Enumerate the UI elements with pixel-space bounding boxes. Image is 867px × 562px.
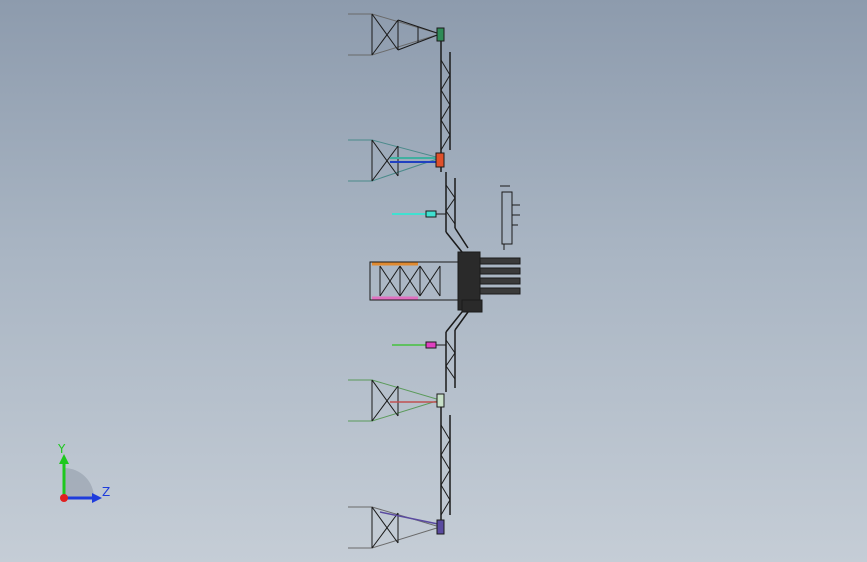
central-hub [369, 251, 521, 313]
coordinate-triad: Y Z [52, 440, 122, 510]
y-axis-label: Y [58, 442, 66, 456]
lower-mid-bracket [348, 379, 445, 422]
upper-mast [440, 41, 451, 155]
detached-part [500, 185, 520, 250]
lower-mast [440, 407, 451, 520]
magenta-arm [392, 341, 446, 349]
model-structure [348, 13, 521, 549]
z-axis-label: Z [102, 485, 111, 499]
graphics-viewport[interactable]: Y Z [0, 0, 867, 562]
upper-mid-bracket [348, 139, 445, 182]
crane-model[interactable] [0, 0, 867, 562]
bottom-bracket [348, 506, 445, 549]
cyan-arm [392, 210, 446, 218]
top-bracket [348, 13, 445, 56]
central-mast-upper [440, 167, 469, 253]
central-mast-lower [445, 311, 469, 392]
